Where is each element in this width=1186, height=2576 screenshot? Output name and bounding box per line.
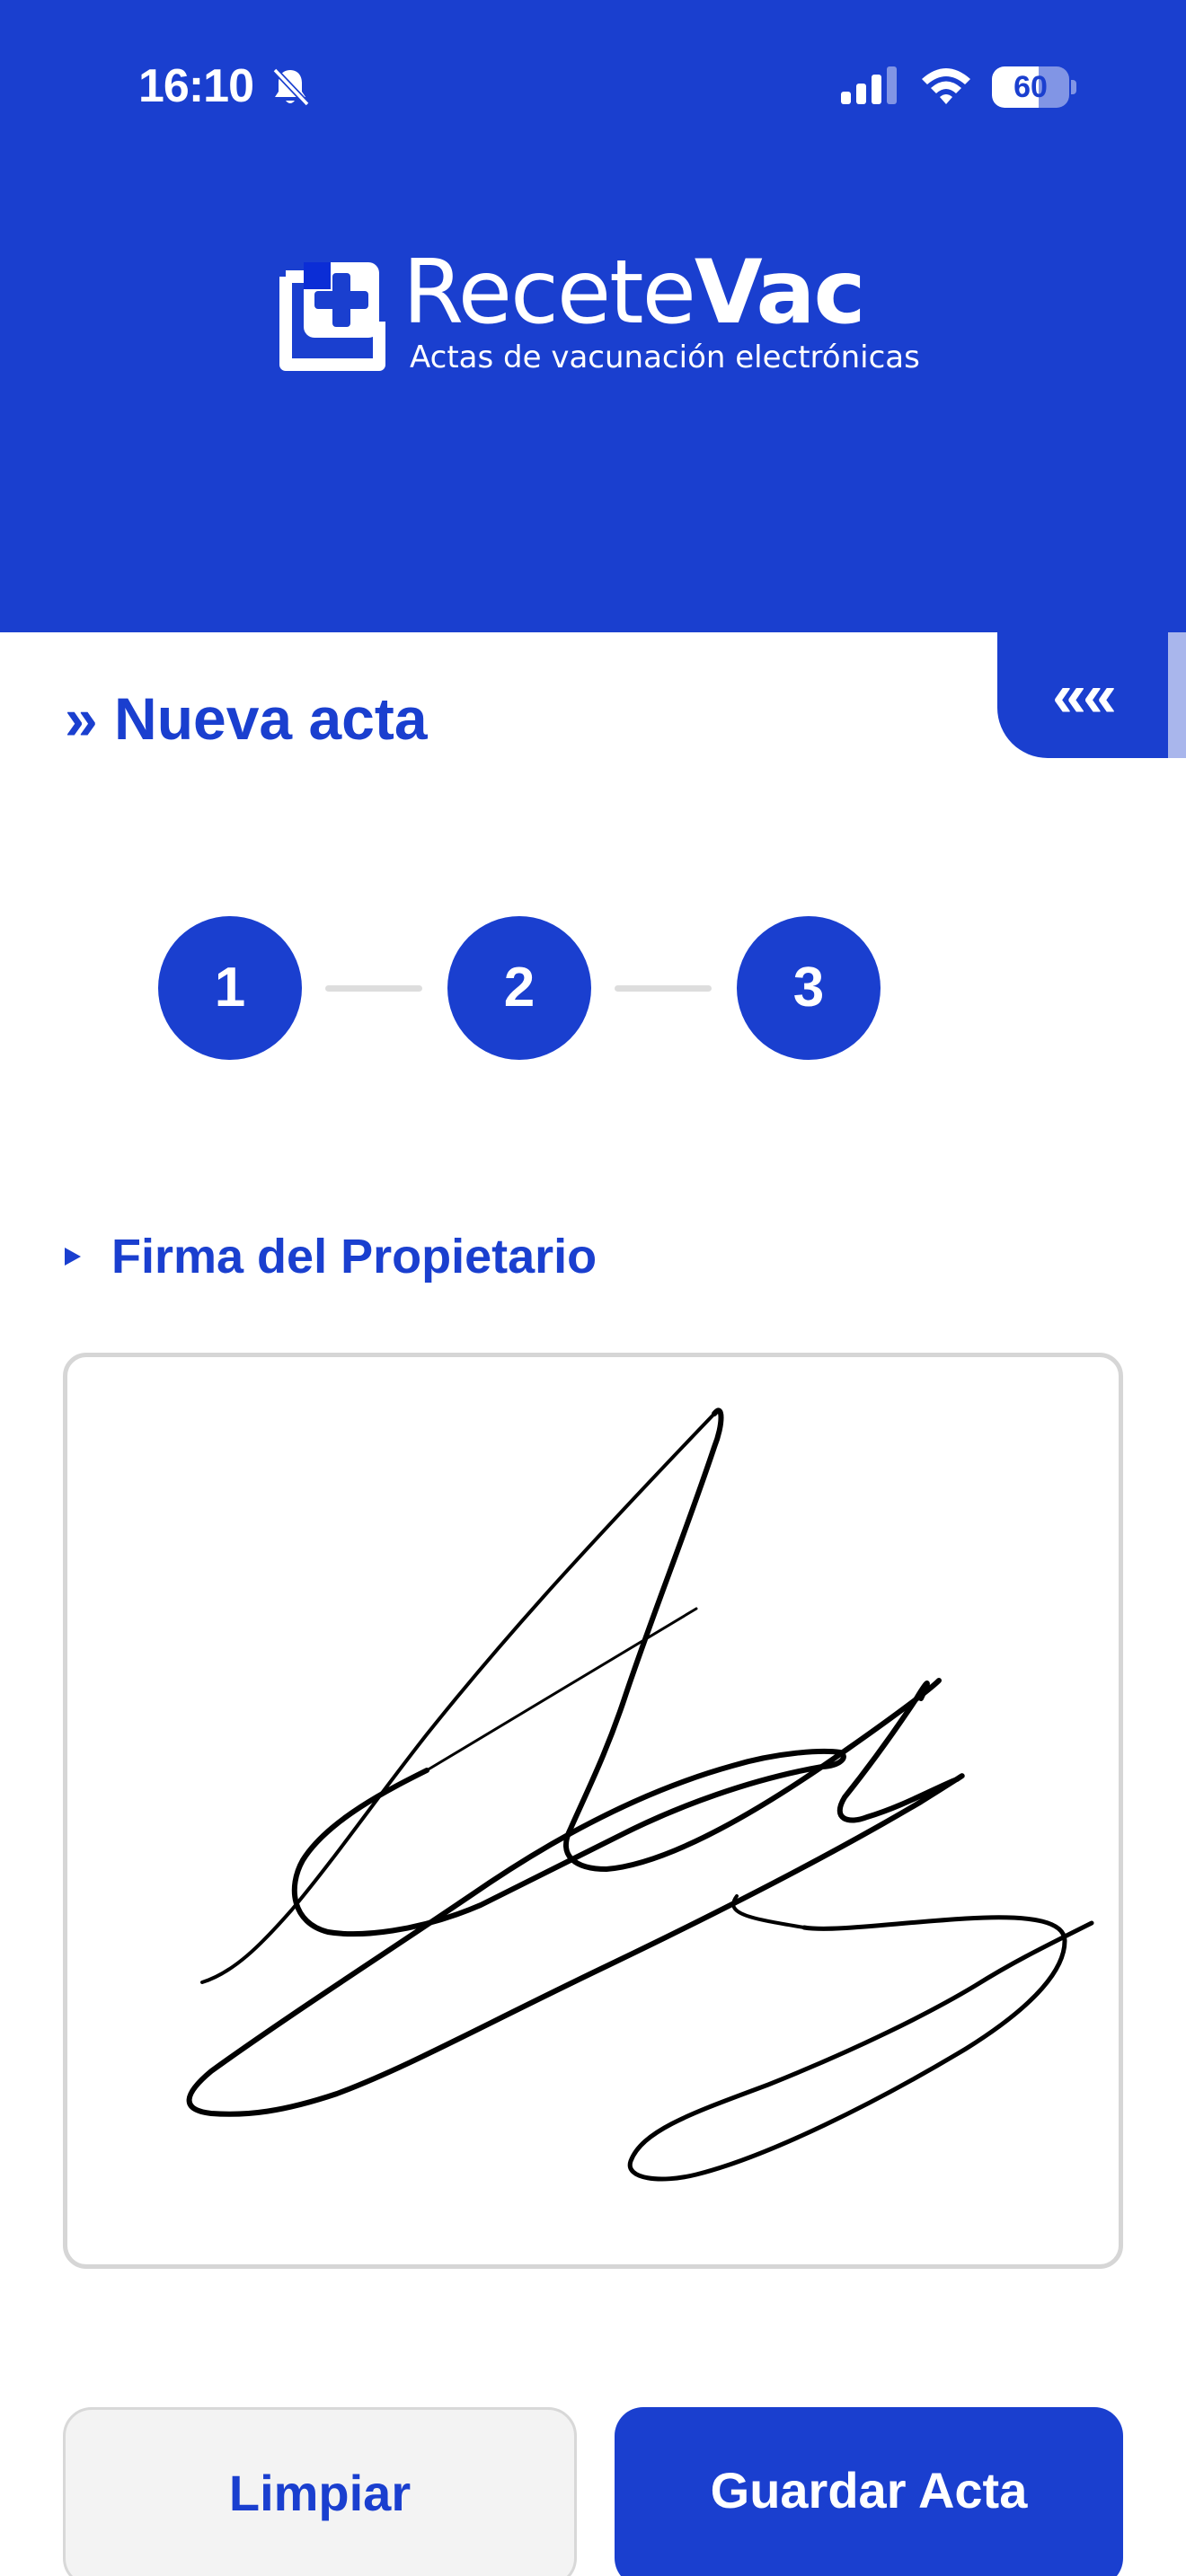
double-chevron-left-icon: «« [1052,661,1117,729]
brand-tagline: Actas de vacunación electrónicas [410,340,920,375]
bell-slash-icon [272,67,310,107]
step-connector [615,985,712,992]
step-indicator: 1 2 3 [158,916,881,1060]
step-connector [325,985,422,992]
page-title: » Nueva acta [65,685,428,752]
signature-stroke [186,1407,1094,2182]
wifi-icon [922,68,970,104]
status-time: 16:10 [138,60,254,112]
step-2[interactable]: 2 [447,916,591,1060]
clear-button[interactable]: Limpiar [63,2407,577,2576]
save-record-button[interactable]: Guardar Acta [615,2407,1123,2576]
signature-canvas[interactable] [63,1353,1123,2269]
step-3[interactable]: 3 [737,916,881,1060]
side-scroll-indicator [1168,632,1186,758]
medical-cross-icon [279,262,385,371]
step-1[interactable]: 1 [158,916,302,1060]
signature-section-label: Firma del Propietario [65,1229,597,1292]
battery-icon: 60 [992,66,1076,108]
caret-right-icon [65,1247,81,1266]
collapse-menu-button[interactable]: «« [997,632,1168,758]
brand-name: ReceteVac [403,242,866,344]
battery-level: 60 [1013,70,1048,104]
app-header: 16:10 60 ReceteVac Actas de vacunación e… [0,0,1186,632]
cellular-signal-icon [841,66,897,104]
